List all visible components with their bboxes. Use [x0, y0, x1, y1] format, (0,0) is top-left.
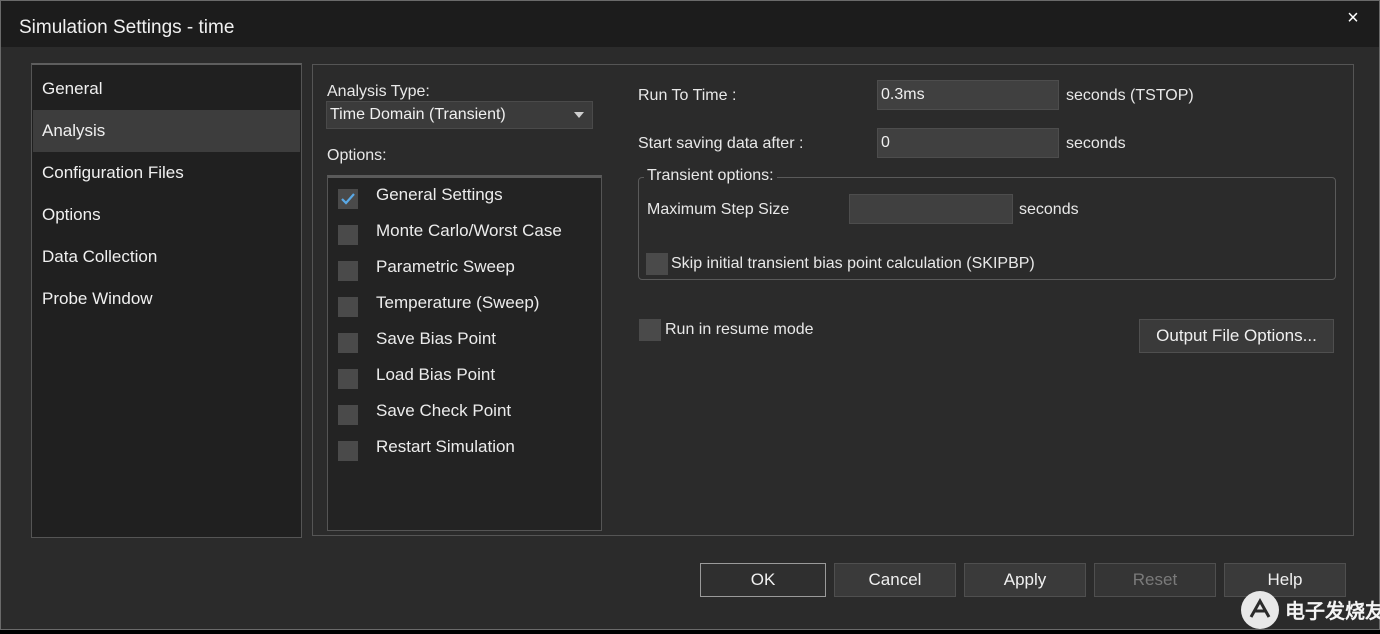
checkbox-save-check-point[interactable]	[338, 405, 358, 425]
option-monte-carlo[interactable]: Monte Carlo/Worst Case	[328, 216, 601, 250]
option-label: General Settings	[376, 185, 503, 204]
option-temperature-sweep[interactable]: Temperature (Sweep)	[328, 288, 601, 322]
checkbox-save-bias-point[interactable]	[338, 333, 358, 353]
start-saving-input[interactable]: 0	[877, 128, 1059, 158]
nav-item-analysis[interactable]: Analysis	[33, 110, 300, 152]
cancel-button[interactable]: Cancel	[834, 563, 956, 597]
window-title: Simulation Settings - time	[19, 17, 235, 38]
option-general-settings[interactable]: General Settings	[328, 180, 601, 214]
options-list: General Settings Monte Carlo/Worst Case …	[327, 175, 602, 531]
option-label: Monte Carlo/Worst Case	[376, 221, 562, 240]
dropdown-arrow-icon	[574, 112, 584, 118]
skip-bias-checkbox[interactable]	[646, 253, 668, 275]
option-label: Parametric Sweep	[376, 257, 515, 276]
checkbox-general-settings[interactable]	[338, 189, 358, 209]
run-to-time-unit: seconds (TSTOP)	[1066, 87, 1194, 104]
checkbox-parametric-sweep[interactable]	[338, 261, 358, 281]
option-label: Save Bias Point	[376, 329, 497, 348]
start-saving-unit: seconds	[1066, 135, 1126, 152]
checkbox-temperature-sweep[interactable]	[338, 297, 358, 317]
output-file-options-button[interactable]: Output File Options...	[1139, 319, 1334, 353]
reset-button: Reset	[1094, 563, 1216, 597]
start-saving-label: Start saving data after :	[638, 135, 804, 152]
skip-bias-label: Skip initial transient bias point calcul…	[671, 255, 1035, 272]
category-list: General Analysis Configuration Files Opt…	[31, 63, 302, 538]
analysis-type-dropdown[interactable]: Time Domain (Transient)	[326, 101, 593, 129]
nav-item-probe-window[interactable]: Probe Window	[33, 278, 300, 320]
check-icon	[341, 193, 355, 205]
watermark-logo-icon	[1241, 591, 1279, 629]
run-to-time-input[interactable]: 0.3ms	[877, 80, 1059, 110]
watermark-text: 电子发烧友	[1285, 599, 1380, 623]
analysis-type-label: Analysis Type:	[327, 83, 430, 100]
option-label: Temperature (Sweep)	[376, 293, 540, 312]
options-label: Options:	[327, 147, 387, 164]
nav-item-options[interactable]: Options	[33, 194, 300, 236]
option-label: Save Check Point	[376, 401, 512, 420]
analysis-type-value: Time Domain (Transient)	[330, 106, 506, 123]
max-step-input[interactable]	[849, 194, 1013, 224]
checkbox-load-bias-point[interactable]	[338, 369, 358, 389]
watermark: 电子发烧友	[1241, 591, 1380, 629]
option-save-bias-point[interactable]: Save Bias Point	[328, 324, 601, 358]
option-save-check-point[interactable]: Save Check Point	[328, 396, 601, 430]
transient-options-title: Transient options:	[644, 167, 777, 185]
title-bar: Simulation Settings - time ×	[1, 1, 1379, 47]
simulation-settings-dialog: Simulation Settings - time × General Ana…	[0, 0, 1380, 630]
checkbox-monte-carlo[interactable]	[338, 225, 358, 245]
option-load-bias-point[interactable]: Load Bias Point	[328, 360, 601, 394]
option-parametric-sweep[interactable]: Parametric Sweep	[328, 252, 601, 286]
close-icon[interactable]: ×	[1339, 7, 1367, 29]
run-to-time-label: Run To Time :	[638, 87, 737, 104]
ok-button[interactable]: OK	[700, 563, 826, 597]
checkbox-restart-simulation[interactable]	[338, 441, 358, 461]
max-step-unit: seconds	[1019, 201, 1079, 218]
resume-mode-checkbox[interactable]	[639, 319, 661, 341]
option-label: Restart Simulation	[376, 437, 515, 456]
nav-item-general[interactable]: General	[33, 68, 300, 110]
option-label: Load Bias Point	[376, 365, 496, 384]
apply-button[interactable]: Apply	[964, 563, 1086, 597]
resume-mode-label: Run in resume mode	[665, 321, 814, 338]
option-restart-simulation[interactable]: Restart Simulation	[328, 432, 601, 466]
max-step-label: Maximum Step Size	[647, 201, 790, 218]
nav-item-data-collection[interactable]: Data Collection	[33, 236, 300, 278]
nav-item-configuration-files[interactable]: Configuration Files	[33, 152, 300, 194]
